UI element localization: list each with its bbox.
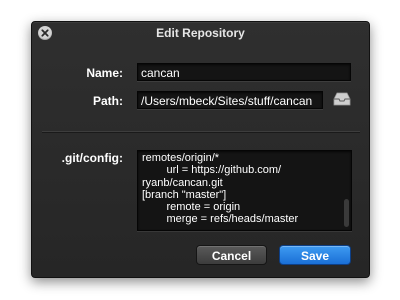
name-field[interactable]: cancan [137,63,351,81]
title-bar: Edit Repository [32,22,369,44]
config-label: .git/config: [61,151,123,165]
path-field[interactable]: /Users/mbeck/Sites/stuff/cancan [137,91,323,109]
config-scrollbar[interactable] [344,199,349,227]
window-title: Edit Repository [156,26,245,40]
git-config-textarea[interactable]: remotes/origin/* url = https://github.co… [137,150,352,231]
cancel-button[interactable]: Cancel [196,245,267,265]
git-config-text: remotes/origin/* url = https://github.co… [142,152,299,226]
path-label: Path: [93,94,123,108]
edit-repository-dialog: Edit Repository Name: cancan Path: /User… [31,21,370,278]
section-divider [42,131,360,133]
folder-tray-icon[interactable] [333,91,351,112]
save-button[interactable]: Save [279,245,351,265]
name-label: Name: [86,66,123,80]
